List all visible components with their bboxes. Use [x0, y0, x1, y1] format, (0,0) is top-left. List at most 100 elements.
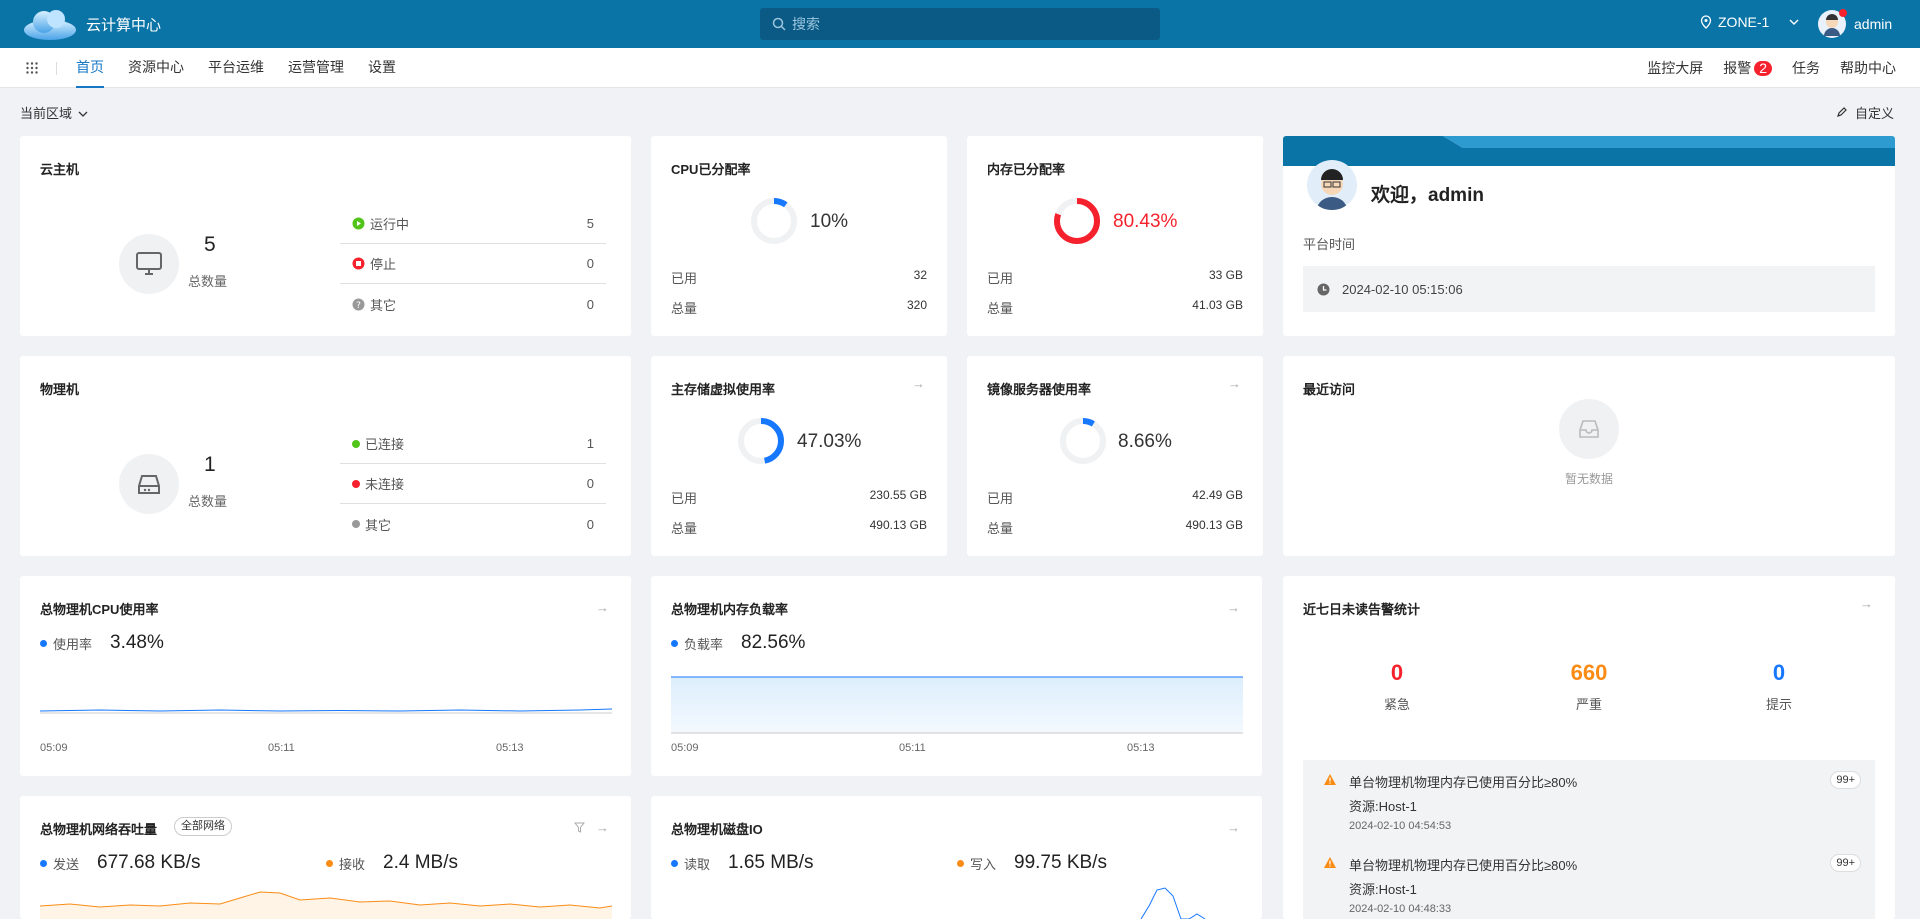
- kv-value: 490.13 GB: [869, 518, 927, 532]
- legend-value: 677.68 KB/s: [97, 852, 201, 873]
- arrow-right-icon[interactable]: →: [596, 600, 609, 615]
- apps-grid-icon[interactable]: [26, 62, 38, 74]
- legend-dot-icon: [671, 639, 678, 647]
- alarm-count-badge: 2: [1754, 61, 1772, 76]
- empty-state-icon-circle: [1559, 399, 1619, 459]
- network-filter-tag[interactable]: 全部网络: [174, 817, 232, 836]
- nav-settings[interactable]: 设置: [356, 48, 408, 88]
- legend-label: 负载率: [684, 636, 724, 652]
- image-total-row: 总量 490.13 GB: [987, 518, 1243, 537]
- image-server-percent: 8.66%: [1118, 431, 1172, 452]
- image-server-donut: [1060, 418, 1106, 464]
- cpu-alloc-percent: 10%: [810, 211, 849, 232]
- other-dot-icon: [352, 520, 360, 528]
- nav-home[interactable]: 首页: [76, 48, 116, 88]
- status-row-running[interactable]: 运行中 5: [340, 204, 606, 244]
- user-menu[interactable]: admin: [1818, 9, 1893, 38]
- status-value: 0: [586, 256, 594, 271]
- nav-platform-ops[interactable]: 平台运维: [196, 48, 276, 88]
- status-row-connected[interactable]: 已连接 1: [340, 424, 606, 464]
- alarm-link[interactable]: 报警 2: [1723, 58, 1772, 78]
- cloud-logo-icon: [24, 10, 76, 40]
- status-value: 1: [586, 436, 594, 451]
- card-title: 云主机: [40, 162, 80, 177]
- server-icon: [138, 475, 160, 494]
- monitor-screen-link[interactable]: 监控大屏: [1647, 58, 1703, 78]
- user-avatar: [1818, 9, 1847, 38]
- status-row-other[interactable]: ? 其它 0: [340, 284, 606, 324]
- search-input[interactable]: [792, 16, 1152, 32]
- filter-icon[interactable]: [574, 822, 585, 833]
- alarm-stats-card: 近七日未读告警统计 → 0 紧急 660 严重 0 提示 单台物理机物理内存已使…: [1283, 576, 1895, 919]
- search-bar[interactable]: [760, 8, 1160, 40]
- mem-alloc-donut: [1054, 198, 1100, 244]
- clock-icon: [1317, 283, 1330, 295]
- card-title: 物理机: [40, 382, 80, 397]
- platform-time: 2024-02-10 05:15:06: [1342, 281, 1463, 297]
- kv-value: 230.55 GB: [869, 488, 927, 502]
- cpu-legend: 使用率 3.48%: [40, 632, 164, 654]
- nav-operations[interactable]: 运营管理: [276, 48, 356, 88]
- kv-value: 320: [906, 298, 927, 312]
- alarm-count-label: 紧急: [1383, 697, 1410, 712]
- card-title: 总物理机网络吞吐量: [40, 822, 158, 837]
- welcome-text: 欢迎，admin: [1371, 185, 1484, 206]
- alarm-major[interactable]: 660 严重: [1529, 660, 1649, 713]
- host-total: 1: [204, 453, 216, 476]
- cpu-series-line: [40, 708, 612, 712]
- username: admin: [1854, 16, 1893, 32]
- x-tick-label: 05:09: [671, 742, 699, 754]
- alarm-title: 单台物理机物理内存已使用百分比≥80%: [1349, 775, 1578, 790]
- stopped-icon: [352, 257, 365, 270]
- recv-legend: 接收 2.4 MB/s: [326, 852, 458, 874]
- kv-value: 41.03 GB: [1192, 298, 1243, 312]
- legend-label: 使用率: [53, 636, 93, 652]
- arrow-right-icon[interactable]: →: [1227, 600, 1240, 615]
- region-selector[interactable]: 当前区域: [20, 103, 88, 122]
- zone-selector[interactable]: ZONE-1: [1700, 14, 1799, 30]
- nav-resources[interactable]: 资源中心: [116, 48, 196, 88]
- help-center-link[interactable]: 帮助中心: [1840, 58, 1896, 78]
- alarm-list-item[interactable]: 单台物理机物理内存已使用百分比≥80% 资源:Host-1 2024-02-10…: [1303, 843, 1875, 919]
- network-area-chart: [40, 891, 612, 919]
- send-legend: 发送 677.68 KB/s: [40, 852, 201, 874]
- question-icon: ?: [352, 298, 365, 311]
- status-row-stopped[interactable]: 停止 0: [340, 244, 606, 284]
- alarm-info[interactable]: 0 提示: [1719, 660, 1839, 713]
- card-title: 最近访问: [1303, 382, 1356, 397]
- tasks-link[interactable]: 任务: [1792, 58, 1820, 78]
- vm-total: 5: [204, 233, 216, 256]
- platform-time-label: 平台时间: [1303, 237, 1356, 252]
- nav-divider: [56, 62, 57, 75]
- host-icon-circle: [119, 454, 179, 514]
- arrow-right-icon[interactable]: →: [596, 820, 609, 835]
- image-server-card: 镜像服务器使用率 → 8.66% 已用 42.49 GB 总量 490.13 GB: [967, 356, 1263, 556]
- alarm-list-item[interactable]: 单台物理机物理内存已使用百分比≥80% 资源:Host-1 2024-02-10…: [1303, 760, 1875, 840]
- arrow-right-icon[interactable]: →: [1228, 376, 1241, 391]
- status-value: 0: [586, 476, 594, 491]
- app-logo[interactable]: 云计算中心: [22, 6, 161, 42]
- primary-storage-percent: 47.03%: [797, 431, 862, 452]
- cpu-used-row: 已用 32: [671, 268, 927, 287]
- status-row-disconnected[interactable]: 未连接 0: [340, 464, 606, 504]
- kv-label: 已用: [671, 491, 698, 506]
- welcome-banner: [1283, 136, 1895, 166]
- legend-value: 1.65 MB/s: [728, 852, 814, 873]
- arrow-right-icon[interactable]: →: [1860, 596, 1873, 611]
- host-card: 物理机 1 总数量 已连接 1 未连接 0 其它 0: [20, 356, 631, 556]
- app-title: 云计算中心: [86, 16, 162, 34]
- legend-dot-icon: [957, 859, 964, 867]
- customize-button[interactable]: 自定义: [1836, 103, 1894, 122]
- alarm-critical[interactable]: 0 紧急: [1337, 660, 1457, 713]
- kv-value: 42.49 GB: [1192, 488, 1243, 502]
- status-label: 未连接: [365, 477, 405, 492]
- top-bar: 云计算中心 ZONE-1 admin: [0, 0, 1920, 48]
- monitor-icon: [136, 252, 162, 275]
- primary-storage-donut: [738, 418, 784, 464]
- alarm-count-value: 0: [1390, 660, 1404, 685]
- arrow-right-icon[interactable]: →: [1227, 820, 1240, 835]
- arrow-right-icon[interactable]: →: [912, 376, 925, 391]
- status-value: 5: [586, 216, 594, 231]
- status-row-other[interactable]: 其它 0: [340, 504, 606, 544]
- primary-storage-card: 主存储虚拟使用率 → 47.03% 已用 230.55 GB 总量 490.13 G…: [651, 356, 947, 556]
